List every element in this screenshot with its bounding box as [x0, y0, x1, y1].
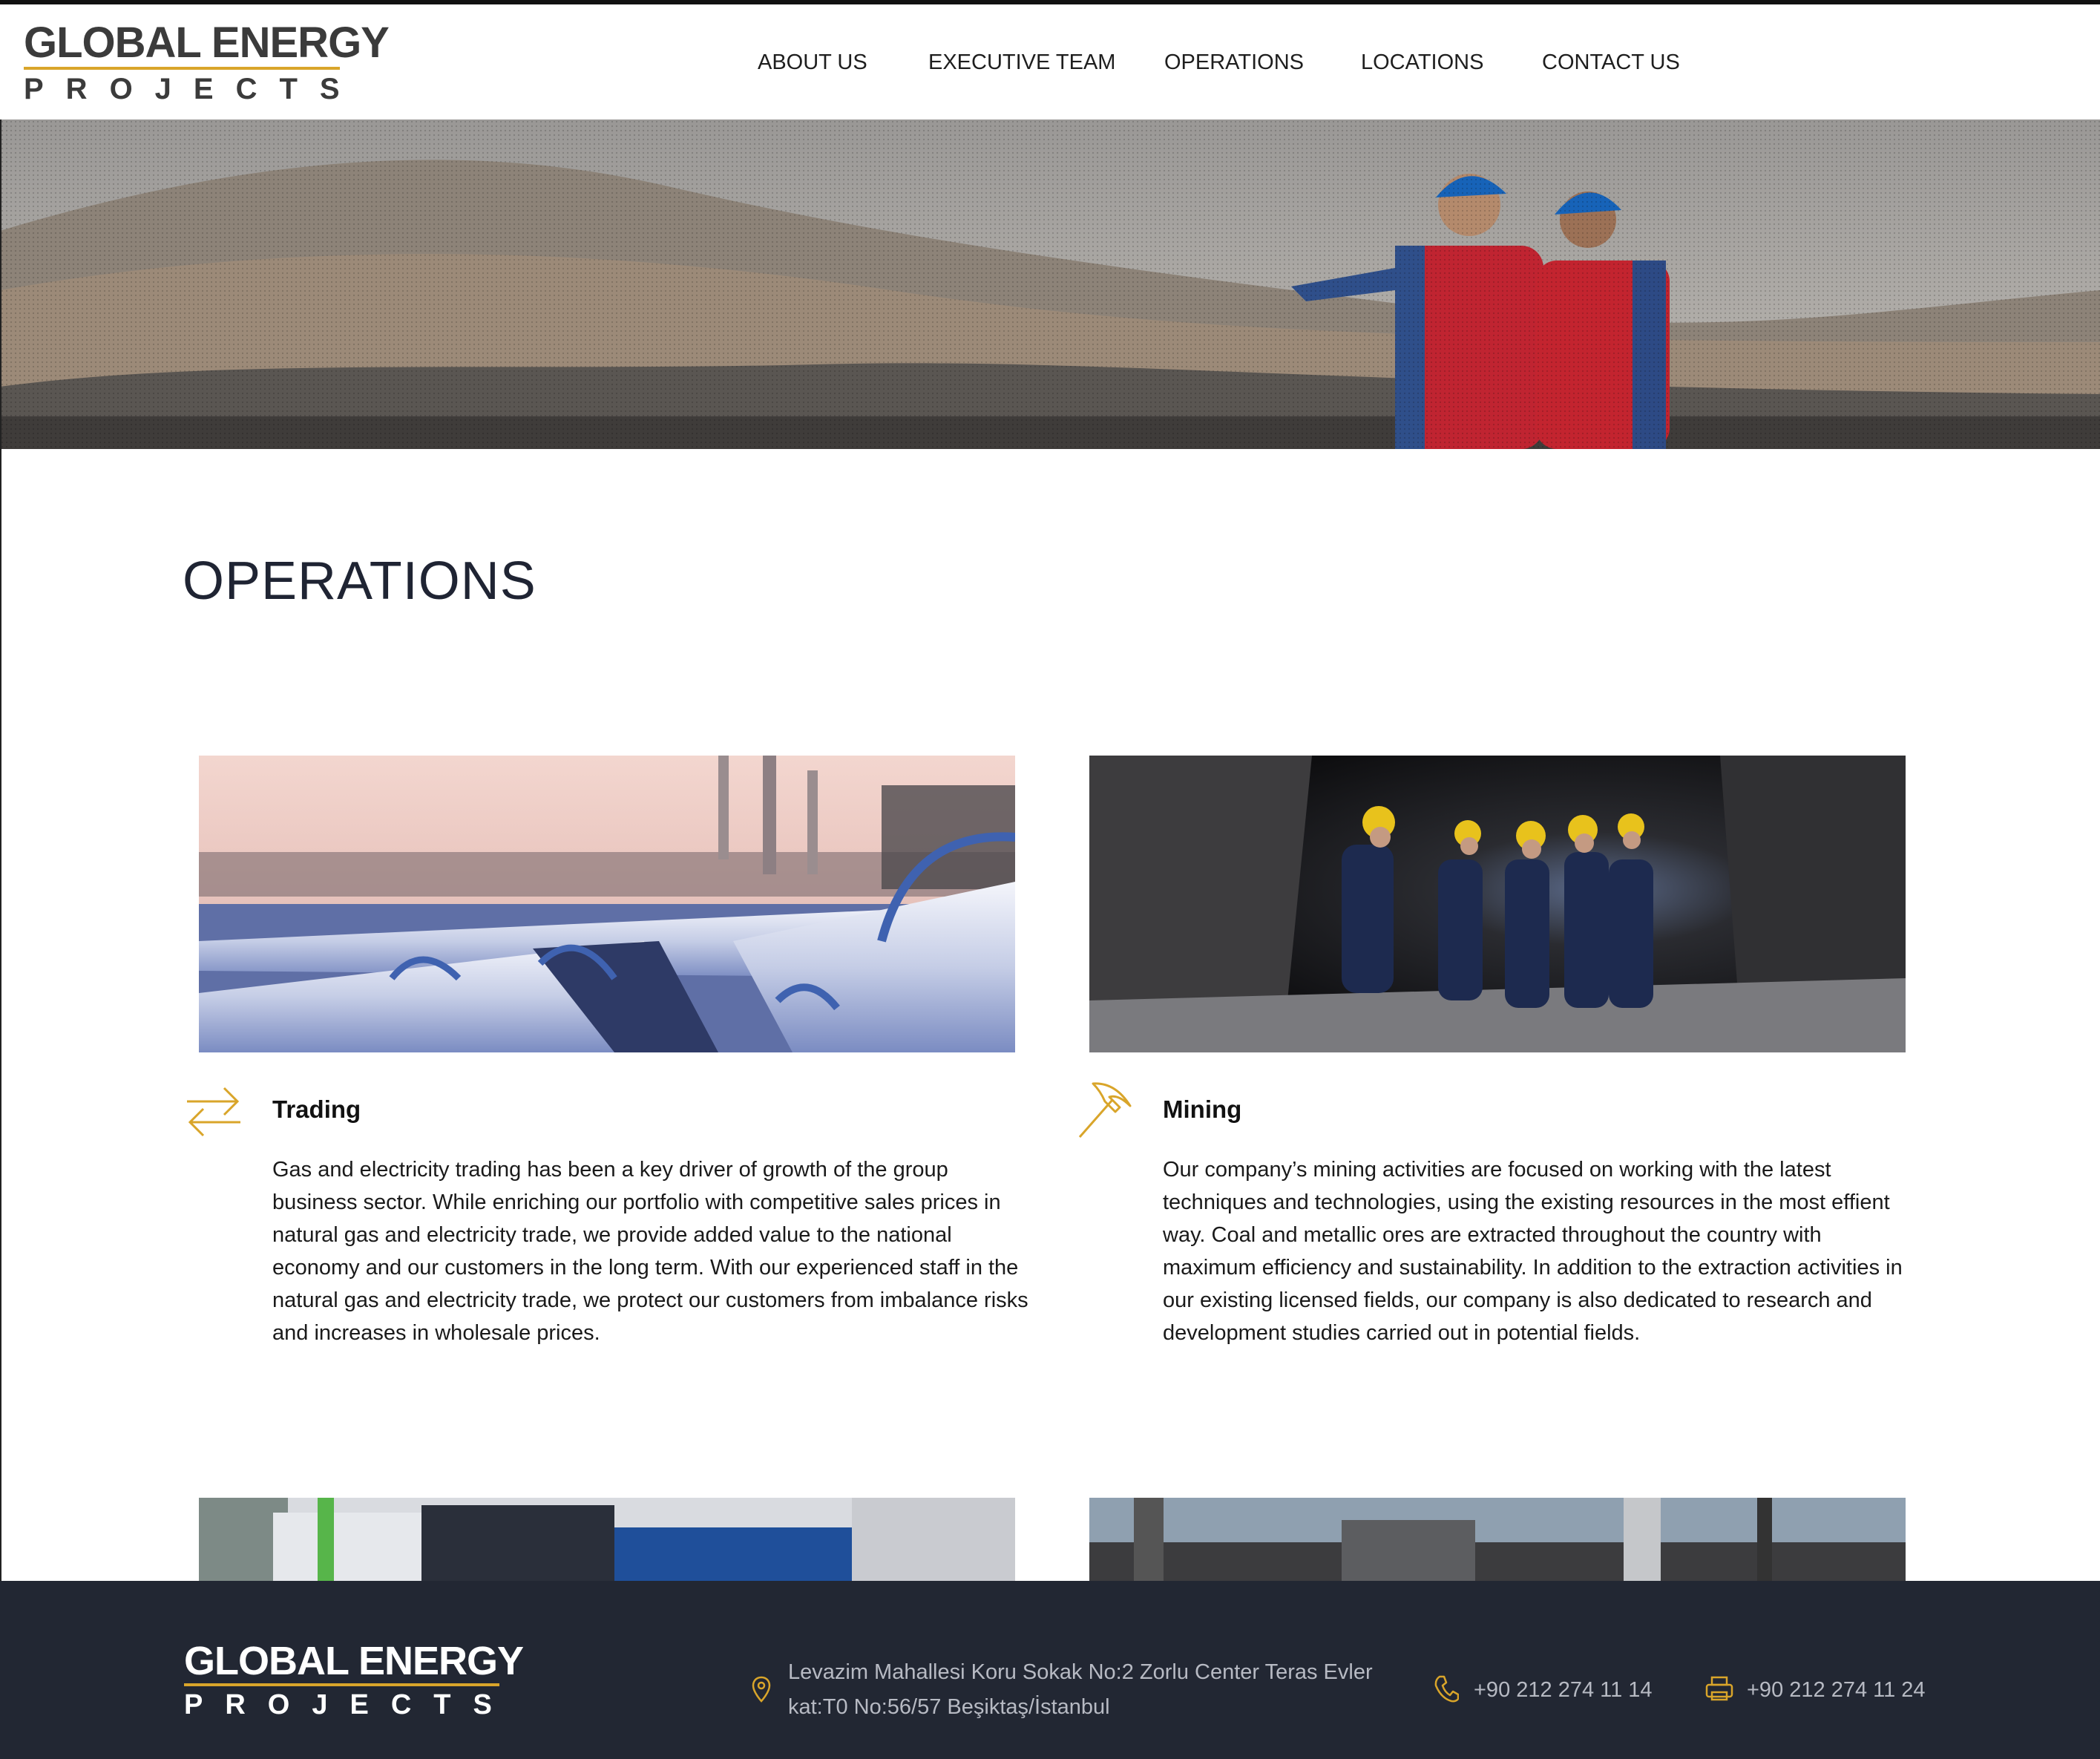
mining-image	[1089, 756, 1906, 1052]
footer-logo-underline	[184, 1683, 499, 1686]
mining-title: Mining	[1163, 1095, 1242, 1123]
location-pin-icon	[752, 1676, 771, 1703]
arrows-exchange-icon	[187, 1087, 240, 1137]
hero-banner	[0, 119, 2100, 449]
left-border	[0, 119, 1, 1582]
footer-fax[interactable]: +90 212 274 11 24	[1747, 1673, 1926, 1708]
trading-description: Gas and electricity trading has been a k…	[272, 1158, 1028, 1345]
trading-image	[199, 756, 1015, 1052]
page-title: OPERATIONS	[183, 551, 537, 611]
hero-image	[0, 119, 2100, 449]
footer-address-line2: kat:T0 No:56/57 Beşiktaş/İstanbul	[788, 1695, 1110, 1719]
logo-line2: PROJECTS	[24, 73, 362, 105]
logo-line1: GLOBAL ENERGY	[24, 19, 390, 67]
nav-item-operations[interactable]: OPERATIONS	[1164, 50, 1304, 75]
site-header: GLOBAL ENERGY PROJECTS ABOUT US EXECUTIV…	[0, 4, 2100, 119]
footer-address-line1: Levazim Mahallesi Koru Sokak No:2 Zorlu …	[788, 1660, 1373, 1684]
fax-icon	[1705, 1676, 1733, 1701]
footer-logo-line2: PROJECTS	[184, 1689, 514, 1720]
footer-phone[interactable]: +90 212 274 11 14	[1474, 1673, 1653, 1708]
nav-item-about-us[interactable]: ABOUT US	[758, 50, 867, 75]
trading-title: Trading	[272, 1095, 361, 1123]
nav-item-locations[interactable]: LOCATIONS	[1361, 50, 1483, 75]
footer-logo[interactable]: GLOBAL ENERGY PROJECTS	[184, 1639, 524, 1720]
phone-icon	[1434, 1675, 1459, 1703]
logo-underline	[24, 67, 340, 70]
operations-image-4	[1089, 1498, 1906, 1581]
footer-logo-line1: GLOBAL ENERGY	[184, 1639, 524, 1683]
nav-item-executive-team[interactable]: EXECUTIVE TEAM	[928, 50, 1115, 75]
brand-logo[interactable]: GLOBAL ENERGY PROJECTS	[24, 19, 390, 105]
operations-image-3	[199, 1498, 1015, 1581]
mining-description: Our company’s mining activities are focu…	[1163, 1158, 1903, 1345]
pickaxe-icon	[1078, 1082, 1132, 1138]
nav-item-contact-us[interactable]: CONTACT US	[1542, 50, 1680, 75]
